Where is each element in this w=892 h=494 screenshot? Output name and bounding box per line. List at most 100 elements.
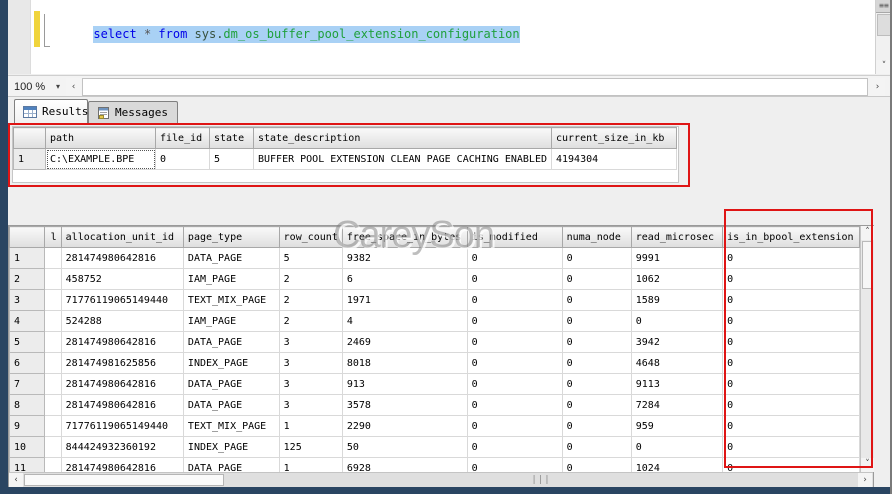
- row-header-cell[interactable]: 4: [10, 311, 45, 332]
- grid-cell[interactable]: IAM_PAGE: [183, 311, 279, 332]
- row-header-cell[interactable]: 1: [14, 149, 46, 170]
- tab-messages[interactable]: Messages: [88, 101, 178, 123]
- grid-cell[interactable]: [44, 416, 61, 437]
- grid-cell[interactable]: DATA_PAGE: [183, 332, 279, 353]
- grid-cell[interactable]: 0: [723, 374, 860, 395]
- grid-cell[interactable]: INDEX_PAGE: [183, 437, 279, 458]
- grid-cell[interactable]: 1589: [631, 290, 722, 311]
- grid-cell[interactable]: 0: [723, 437, 860, 458]
- grid-cell[interactable]: 0: [723, 332, 860, 353]
- grid-cell[interactable]: 71776119065149440: [61, 416, 183, 437]
- grid-cell[interactable]: [44, 395, 61, 416]
- grid-cell-file-id[interactable]: 0: [156, 149, 210, 170]
- row-header-cell[interactable]: 7: [10, 374, 45, 395]
- column-header-row-count[interactable]: row_count: [279, 227, 342, 248]
- grid-cell[interactable]: 3: [279, 353, 342, 374]
- grid-cell[interactable]: 5: [279, 248, 342, 269]
- grid2-vertical-scrollbar[interactable]: ˄ ˅: [860, 226, 874, 472]
- grid-cell[interactable]: [44, 353, 61, 374]
- row-header-cell[interactable]: 8: [10, 395, 45, 416]
- grid-cell[interactable]: 3: [279, 395, 342, 416]
- grid-cell[interactable]: 0: [723, 248, 860, 269]
- grid-cell[interactable]: 0: [467, 395, 562, 416]
- row-header-cell[interactable]: 6: [10, 353, 45, 374]
- column-header-current-size[interactable]: current_size_in_kb: [552, 128, 677, 149]
- grid-cell[interactable]: 0: [723, 416, 860, 437]
- scroll-right-icon[interactable]: ›: [858, 473, 872, 487]
- grid-cell[interactable]: 6: [342, 269, 467, 290]
- grid-cell[interactable]: 2: [279, 269, 342, 290]
- grid-cell[interactable]: 281474980642816: [61, 332, 183, 353]
- grid-cell[interactable]: 125: [279, 437, 342, 458]
- grid-cell[interactable]: 2: [279, 311, 342, 332]
- grid-cell[interactable]: 0: [723, 395, 860, 416]
- select-all-corner[interactable]: [10, 227, 45, 248]
- scroll-right-icon[interactable]: ›: [870, 78, 885, 96]
- grid-cell[interactable]: 1: [279, 416, 342, 437]
- sql-object[interactable]: dm_os_buffer_pool_extension_configuratio…: [223, 27, 519, 41]
- row-header-cell[interactable]: 10: [10, 437, 45, 458]
- grid-cell[interactable]: 3: [279, 332, 342, 353]
- grid-cell[interactable]: 1971: [342, 290, 467, 311]
- grid-cell[interactable]: 0: [467, 248, 562, 269]
- grid-cell[interactable]: 0: [723, 353, 860, 374]
- grid-cell[interactable]: [44, 269, 61, 290]
- scroll-left-icon[interactable]: ‹: [66, 78, 81, 96]
- column-header-allocation-unit-id[interactable]: allocation_unit_id: [61, 227, 183, 248]
- query-editor[interactable]: select * from sys.dm_os_buffer_pool_exte…: [8, 0, 875, 74]
- select-all-corner[interactable]: [14, 128, 46, 149]
- grid2-horizontal-scrollbar[interactable]: ‹ ||| ›: [9, 472, 873, 487]
- grid-cell[interactable]: 0: [562, 311, 631, 332]
- editor-zoom-select[interactable]: 100 % ▾: [10, 78, 62, 96]
- grid-cell-path[interactable]: C:\EXAMPLE.BPE: [46, 149, 156, 170]
- grid-cell[interactable]: 3: [279, 374, 342, 395]
- grid-cell[interactable]: 0: [562, 395, 631, 416]
- column-header-free-space[interactable]: free_space_in_bytes: [342, 227, 467, 248]
- grid-cell[interactable]: 0: [467, 416, 562, 437]
- grid-cell[interactable]: 3578: [342, 395, 467, 416]
- grid-cell[interactable]: 281474980642816: [61, 248, 183, 269]
- grid-cell[interactable]: 281474980642816: [61, 395, 183, 416]
- grid2-vscroll-thumb[interactable]: [862, 241, 873, 289]
- grid-cell[interactable]: TEXT_MIX_PAGE: [183, 416, 279, 437]
- column-header-state-description[interactable]: state_description: [254, 128, 552, 149]
- editor-vertical-scrollbar[interactable]: ≡≡ ˅: [875, 0, 892, 74]
- grid-cell[interactable]: [44, 458, 61, 473]
- grid-cell[interactable]: 2469: [342, 332, 467, 353]
- grid-cell[interactable]: 524288: [61, 311, 183, 332]
- column-header-is-modified[interactable]: is_modified: [467, 227, 562, 248]
- grid-cell[interactable]: 0: [467, 332, 562, 353]
- grid-cell[interactable]: [44, 374, 61, 395]
- grid-cell[interactable]: DATA_PAGE: [183, 458, 279, 473]
- grid-cell[interactable]: 281474981625856: [61, 353, 183, 374]
- editor-hscroll-track[interactable]: [82, 78, 868, 96]
- grid-cell[interactable]: 50: [342, 437, 467, 458]
- grid-cell[interactable]: 458752: [61, 269, 183, 290]
- grid-cell[interactable]: [44, 332, 61, 353]
- grid-cell[interactable]: INDEX_PAGE: [183, 353, 279, 374]
- grid-cell[interactable]: 0: [467, 290, 562, 311]
- grid-cell[interactable]: 9991: [631, 248, 722, 269]
- grid-cell[interactable]: 8018: [342, 353, 467, 374]
- grid-cell[interactable]: DATA_PAGE: [183, 374, 279, 395]
- grid-cell[interactable]: 0: [631, 437, 722, 458]
- row-header-cell[interactable]: 9: [10, 416, 45, 437]
- grid-cell[interactable]: 2: [279, 290, 342, 311]
- grid-cell[interactable]: 0: [723, 458, 860, 473]
- grid-cell[interactable]: 0: [562, 353, 631, 374]
- grid-cell[interactable]: 4: [342, 311, 467, 332]
- tab-results[interactable]: Results: [14, 99, 88, 123]
- column-header-file-id[interactable]: file_id: [156, 128, 210, 149]
- sql-keyword[interactable]: select: [93, 27, 144, 41]
- column-header-numa-node[interactable]: numa_node: [562, 227, 631, 248]
- row-header-cell[interactable]: 2: [10, 269, 45, 290]
- grid-cell[interactable]: 0: [562, 416, 631, 437]
- grid-cell[interactable]: 1: [279, 458, 342, 473]
- column-header-page-type[interactable]: page_type: [183, 227, 279, 248]
- grid2-hscroll-thumb[interactable]: [24, 474, 224, 486]
- grid-cell[interactable]: 0: [562, 374, 631, 395]
- column-header-is-in-bpool-extension[interactable]: is_in_bpool_extension: [723, 227, 860, 248]
- grid-cell[interactable]: 281474980642816: [61, 458, 183, 473]
- grid-cell[interactable]: 0: [562, 332, 631, 353]
- grid-cell[interactable]: [44, 311, 61, 332]
